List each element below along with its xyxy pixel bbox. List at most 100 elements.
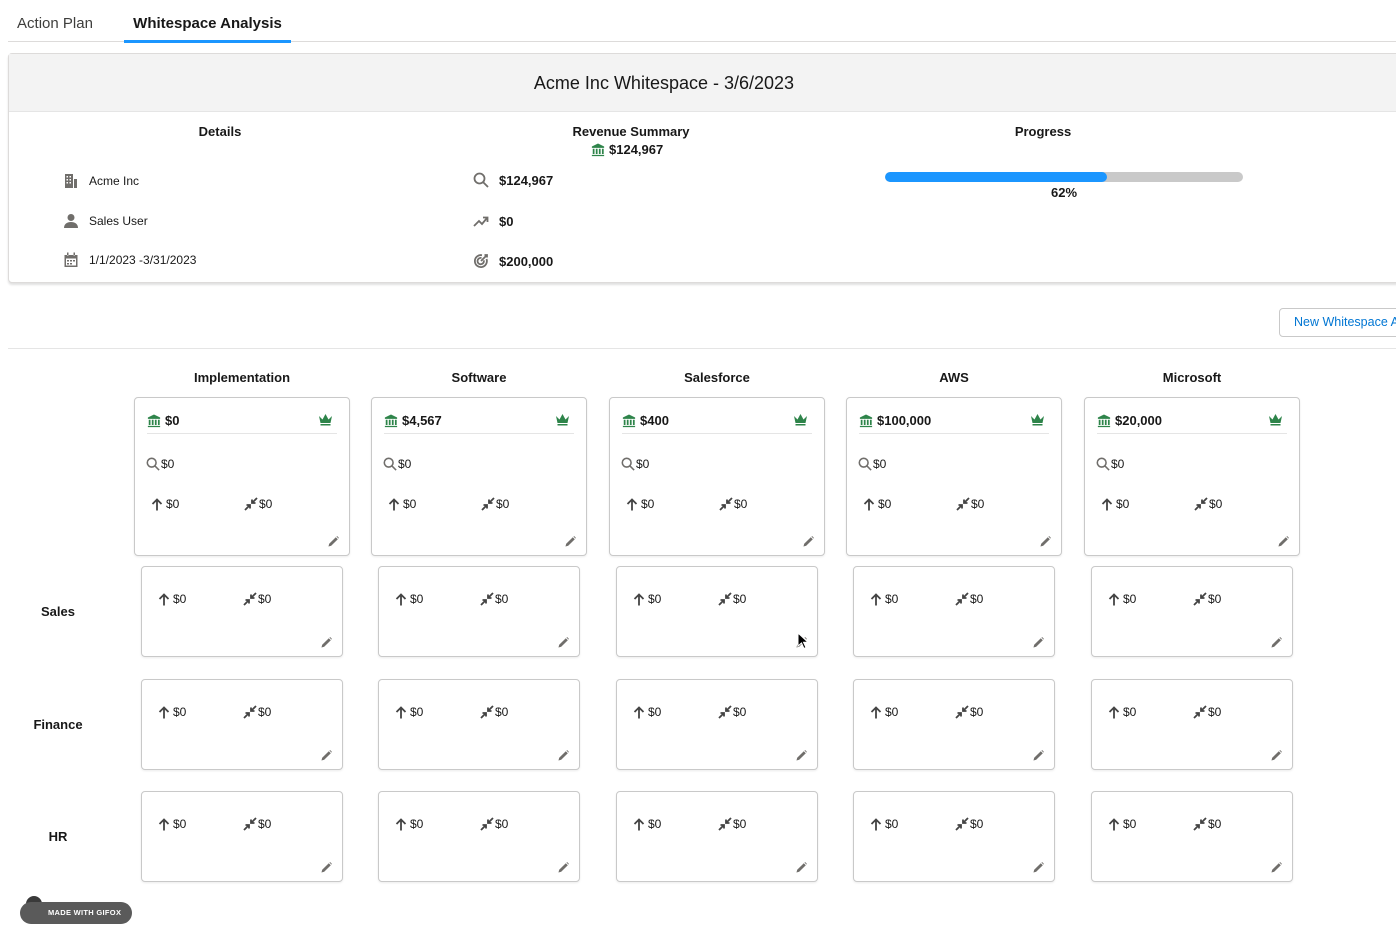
edit-pencil-icon[interactable] [1278, 536, 1289, 547]
arrow-up-icon [395, 705, 407, 718]
arrow-up-icon [633, 705, 645, 718]
cell-cross-sell: $0 [955, 705, 983, 719]
edit-pencil-icon[interactable] [558, 637, 569, 648]
cell-upsell-value: $0 [648, 817, 662, 831]
edit-pencil-icon[interactable] [558, 862, 569, 873]
whitespace-cell[interactable]: $0 $0 [378, 566, 580, 657]
product-pipeline: $0 [383, 457, 411, 471]
cell-upsell-value: $0 [648, 705, 662, 719]
cell-upsell: $0 [1108, 705, 1136, 719]
edit-pencil-icon[interactable] [1033, 750, 1044, 761]
crown-icon [556, 414, 569, 426]
cell-cross-sell-value: $0 [733, 817, 747, 831]
progress-percent: 62% [1050, 185, 1078, 200]
edit-pencil-icon[interactable] [1040, 536, 1051, 547]
department-label: Finance [33, 717, 83, 732]
cell-upsell-value: $0 [173, 592, 187, 606]
bank-icon [384, 413, 398, 427]
department-label: Sales [41, 604, 75, 619]
whitespace-cell[interactable]: $0 $0 [616, 679, 818, 770]
edit-pencil-icon[interactable] [803, 536, 814, 547]
cell-upsell: $0 [633, 705, 661, 719]
whitespace-cell[interactable]: $0 $0 [1091, 566, 1293, 657]
whitespace-cell[interactable]: $0 $0 [853, 791, 1055, 882]
compare-arrows-icon [718, 592, 732, 606]
search-icon [858, 457, 872, 471]
bank-icon [1097, 413, 1111, 427]
edit-pencil-icon[interactable] [321, 637, 332, 648]
product-card: $400 $0 $0 $0 [609, 397, 825, 556]
whitespace-cell[interactable]: $0 $0 [853, 679, 1055, 770]
product-cross-sell: $0 [1194, 497, 1222, 511]
product-upsell: $0 [626, 497, 654, 511]
revenue-trend: $0 [473, 213, 513, 229]
arrow-up-icon [158, 592, 170, 605]
arrow-up-icon [395, 592, 407, 605]
tab-action-plan[interactable]: Action Plan [8, 0, 102, 42]
trending-up-icon [473, 216, 489, 227]
whitespace-cell[interactable]: $0 $0 [141, 566, 343, 657]
edit-pencil-icon[interactable] [558, 750, 569, 761]
date-range: 1/1/2023 -3/31/2023 [89, 253, 197, 267]
edit-pencil-icon[interactable] [1033, 637, 1044, 648]
edit-pencil-icon[interactable] [1271, 862, 1282, 873]
building-icon [65, 174, 77, 188]
product-cross-sell: $0 [481, 497, 509, 511]
compare-arrows-icon [718, 817, 732, 831]
arrow-up-icon [870, 592, 882, 605]
compare-arrows-icon [480, 817, 494, 831]
revenue-trend-value: $0 [499, 213, 514, 229]
whitespace-cell[interactable]: $0 $0 [141, 791, 343, 882]
arrow-up-icon [388, 497, 400, 510]
new-whitespace-analysis-button[interactable]: New Whitespace Analysis [1279, 308, 1396, 337]
edit-pencil-icon[interactable] [1271, 750, 1282, 761]
edit-pencil-icon[interactable] [1033, 862, 1044, 873]
cell-upsell-value: $0 [1123, 705, 1137, 719]
cell-cross-sell-value: $0 [1208, 705, 1222, 719]
product-revenue-value: $100,000 [877, 413, 932, 428]
whitespace-cell[interactable]: $0 $0 [141, 679, 343, 770]
cell-upsell: $0 [158, 705, 186, 719]
product-revenue: $20,000 [1097, 408, 1287, 434]
compare-arrows-icon [955, 705, 969, 719]
product-revenue: $0 [147, 408, 337, 434]
calendar-icon [64, 252, 78, 267]
product-revenue-value: $400 [640, 413, 669, 428]
cell-cross-sell: $0 [480, 705, 508, 719]
edit-pencil-icon[interactable] [796, 862, 807, 873]
cell-upsell: $0 [1108, 817, 1136, 831]
progress-bar [885, 172, 1243, 182]
edit-pencil-icon[interactable] [565, 536, 576, 547]
whitespace-cell[interactable]: $0 $0 [853, 566, 1055, 657]
compare-arrows-icon [1193, 705, 1207, 719]
whitespace-cell[interactable]: $0 $0 [1091, 791, 1293, 882]
revenue-total: $124,967 [591, 142, 663, 157]
crown-icon [794, 414, 807, 426]
product-pipeline-value: $0 [398, 457, 412, 471]
edit-pencil-icon[interactable] [1271, 637, 1282, 648]
whitespace-cell[interactable]: $0 $0 [1091, 679, 1293, 770]
compare-arrows-icon [956, 497, 970, 511]
arrow-up-icon [626, 497, 638, 510]
cell-cross-sell-value: $0 [970, 705, 984, 719]
product-card: $100,000 $0 $0 $0 [846, 397, 1062, 556]
whitespace-cell[interactable]: $0 $0 [378, 679, 580, 770]
tab-whitespace-analysis[interactable]: Whitespace Analysis [124, 0, 291, 43]
edit-pencil-icon[interactable] [796, 750, 807, 761]
product-cross-sell: $0 [244, 497, 272, 511]
cell-cross-sell-value: $0 [733, 705, 747, 719]
divider [8, 348, 1396, 349]
search-icon [146, 457, 160, 471]
revenue-pipeline: $124,967 [473, 172, 553, 188]
whitespace-cell[interactable]: $0 $0 [616, 566, 818, 657]
edit-pencil-icon[interactable] [321, 750, 332, 761]
product-upsell-value: $0 [1116, 497, 1130, 511]
whitespace-cell[interactable]: $0 $0 [616, 791, 818, 882]
product-heading: Salesforce [684, 370, 750, 385]
progress-heading: Progress [1014, 124, 1072, 139]
compare-arrows-icon [1193, 592, 1207, 606]
whitespace-cell[interactable]: $0 $0 [378, 791, 580, 882]
edit-pencil-icon[interactable] [328, 536, 339, 547]
product-card: $4,567 $0 $0 $0 [371, 397, 587, 556]
edit-pencil-icon[interactable] [321, 862, 332, 873]
